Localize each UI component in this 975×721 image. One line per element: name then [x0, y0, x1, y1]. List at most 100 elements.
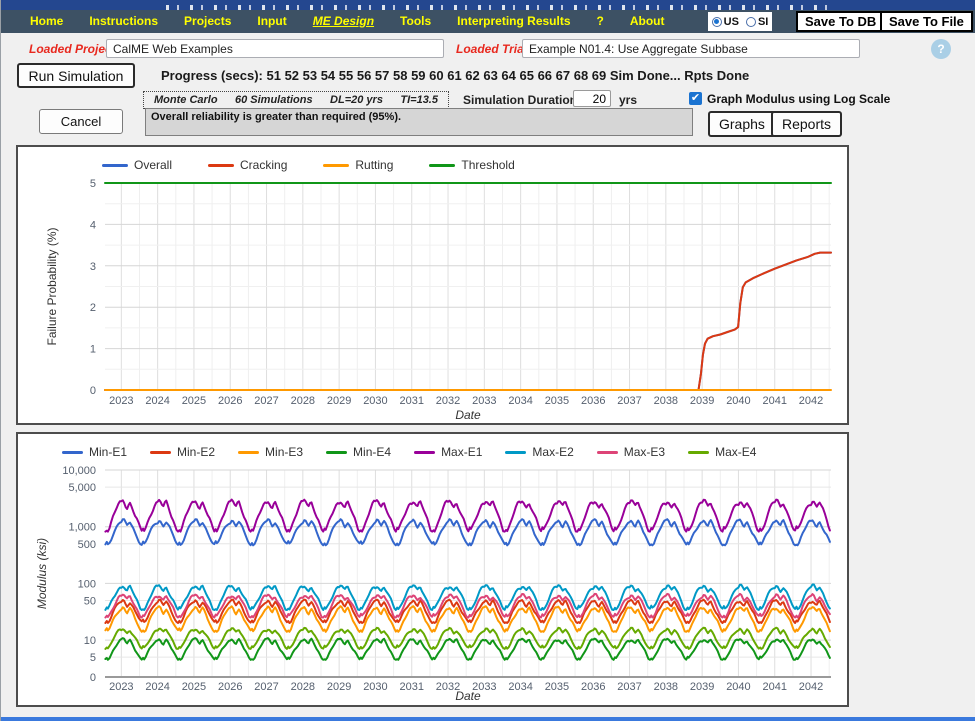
- legend-item-rutting: Rutting: [323, 158, 393, 172]
- legend-item-max-e2: Max-E2: [505, 445, 573, 459]
- modulus-chart: 10,0005,0001,000500100501050202320242025…: [16, 432, 849, 707]
- y-tick-label: 5: [90, 652, 96, 664]
- units-radio-si[interactable]: SI: [746, 16, 768, 28]
- y-tick-label: 0: [90, 672, 96, 684]
- x-tick-label: 2027: [254, 681, 278, 693]
- nav-item-interpreting-results[interactable]: Interpreting Results: [444, 10, 583, 33]
- legend-item-overall: Overall: [102, 158, 172, 172]
- x-tick-label: 2025: [182, 395, 206, 407]
- x-tick-label: 2038: [654, 395, 678, 407]
- log-scale-checkbox[interactable]: ✔: [689, 92, 702, 105]
- legend-item-max-e1: Max-E1: [414, 445, 482, 459]
- legend-swatch-icon: [414, 451, 435, 454]
- legend-swatch-icon: [505, 451, 526, 454]
- nav-item-projects[interactable]: Projects: [171, 10, 244, 33]
- x-tick-label: 2036: [581, 395, 605, 407]
- legend-swatch-icon: [323, 164, 349, 167]
- x-tick-label: 2035: [545, 395, 569, 407]
- log-scale-label: Graph Modulus using Log Scale: [707, 92, 890, 106]
- legend-item-max-e3: Max-E3: [597, 445, 665, 459]
- monte-carlo-summary: Monte Carlo 60 Simulations DL=20 yrs TI=…: [143, 91, 449, 109]
- legend-label: Cracking: [240, 158, 287, 172]
- calme-app-window: HomeInstructionsProjectsInputME DesignTo…: [0, 0, 975, 721]
- units-radio-label: US: [724, 16, 739, 28]
- units-toggle: US SI: [708, 12, 772, 31]
- y-tick-label: 500: [78, 539, 96, 551]
- legend-label: Threshold: [461, 158, 514, 172]
- status-message-box: Overall reliability is greater than requ…: [145, 108, 693, 136]
- legend-swatch-icon: [150, 451, 171, 454]
- x-tick-label: 2026: [218, 681, 242, 693]
- run-simulation-button[interactable]: Run Simulation: [17, 63, 135, 88]
- x-tick-label: 2024: [145, 681, 169, 693]
- legend-swatch-icon: [597, 451, 618, 454]
- loaded-trial-input[interactable]: [522, 39, 860, 58]
- legend-item-min-e1: Min-E1: [62, 445, 127, 459]
- mc-design-life: DL=20 yrs: [330, 94, 383, 106]
- y-tick-label: 4: [90, 219, 96, 231]
- y-tick-label: 100: [78, 578, 96, 590]
- legend-item-threshold: Threshold: [429, 158, 514, 172]
- y-tick-label: 1: [90, 344, 96, 356]
- nav-item-me-design[interactable]: ME Design: [300, 10, 387, 33]
- modulus-chart-svg: 10,0005,0001,000500100501050202320242025…: [18, 434, 843, 701]
- legend-item-min-e4: Min-E4: [326, 445, 391, 459]
- legend-label: Max-E3: [624, 445, 665, 459]
- x-tick-label: 2041: [762, 395, 786, 407]
- x-tick-label: 2039: [690, 395, 714, 407]
- save-to-file-button[interactable]: Save To File: [880, 11, 973, 32]
- y-tick-label: 50: [84, 595, 96, 607]
- simulation-duration-input[interactable]: [573, 90, 611, 107]
- legend-label: Overall: [134, 158, 172, 172]
- x-tick-label: 2037: [617, 395, 641, 407]
- reports-button[interactable]: Reports: [771, 111, 842, 137]
- y-axis-title: Modulus (ksi): [35, 538, 49, 609]
- x-axis-title: Date: [455, 689, 481, 701]
- nav-item-instructions[interactable]: Instructions: [76, 10, 171, 33]
- nav-item-about[interactable]: About: [617, 10, 678, 33]
- mc-simulations: 60 Simulations: [235, 94, 313, 106]
- graphs-button[interactable]: Graphs: [708, 111, 776, 137]
- series-line-max-e2: [105, 585, 830, 611]
- legend-item-cracking: Cracking: [208, 158, 287, 172]
- units-radio-us[interactable]: US: [712, 16, 739, 28]
- legend-label: Min-E1: [89, 445, 127, 459]
- x-tick-label: 2033: [472, 395, 496, 407]
- y-tick-label: 5: [90, 178, 96, 190]
- loaded-project-input[interactable]: [106, 39, 444, 58]
- x-tick-label: 2027: [254, 395, 278, 407]
- loaded-trial-label: Loaded Trial:: [456, 42, 531, 56]
- nav-item-home[interactable]: Home: [17, 10, 76, 33]
- help-icon[interactable]: ?: [931, 39, 951, 59]
- radio-icon[interactable]: [712, 17, 722, 27]
- y-tick-label: 1,000: [68, 522, 96, 534]
- legend-label: Min-E4: [353, 445, 391, 459]
- x-tick-label: 2038: [654, 681, 678, 693]
- x-tick-label: 2039: [690, 681, 714, 693]
- x-tick-label: 2041: [762, 681, 786, 693]
- radio-icon[interactable]: [746, 17, 756, 27]
- x-tick-label: 2034: [508, 395, 532, 407]
- x-tick-label: 2028: [291, 681, 315, 693]
- x-tick-label: 2031: [399, 395, 423, 407]
- y-tick-label: 10: [84, 635, 96, 647]
- cancel-button[interactable]: Cancel: [39, 109, 123, 134]
- save-to-db-button[interactable]: Save To DB: [796, 11, 885, 32]
- x-tick-label: 2040: [726, 681, 750, 693]
- simulation-duration-label: Simulation Duration: [463, 93, 577, 107]
- series-line-min-e2: [105, 600, 830, 623]
- x-tick-label: 2029: [327, 395, 351, 407]
- legend-label: Max-E1: [441, 445, 482, 459]
- x-tick-label: 2030: [363, 395, 387, 407]
- y-tick-label: 0: [90, 385, 96, 397]
- nav-item-[interactable]: ?: [584, 10, 617, 33]
- x-tick-label: 2030: [363, 681, 387, 693]
- legend-label: Min-E3: [265, 445, 303, 459]
- nav-item-input[interactable]: Input: [244, 10, 299, 33]
- x-tick-label: 2024: [145, 395, 169, 407]
- legend-swatch-icon: [238, 451, 259, 454]
- failure-chart-legend: Overall Cracking Rutting Threshold: [102, 158, 515, 172]
- legend-label: Min-E2: [177, 445, 215, 459]
- x-tick-label: 2028: [291, 395, 315, 407]
- nav-item-tools[interactable]: Tools: [387, 10, 444, 33]
